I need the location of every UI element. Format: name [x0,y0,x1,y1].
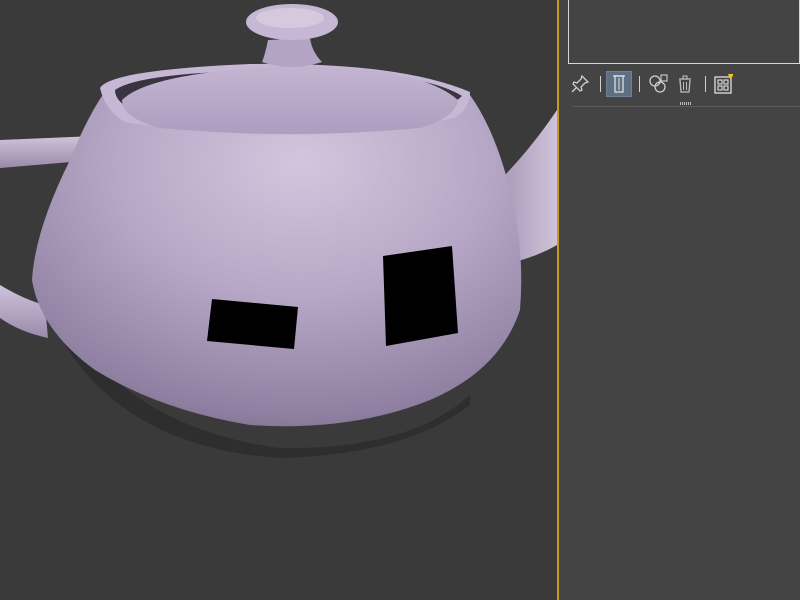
configure-modifier-sets-button[interactable] [711,71,737,97]
make-unique-icon [649,74,668,93]
modifier-stack-list[interactable] [568,0,800,64]
panel-divider [573,106,800,107]
toolbar-separator [639,76,640,92]
toolbar-separator [705,76,706,92]
missing-face-left [207,299,298,349]
teapot-lid-knob-stem [262,38,322,67]
show-end-result-icon [613,75,625,93]
teapot-lid-knob-top [256,8,324,28]
viewport-canvas[interactable] [0,0,557,600]
command-panel [559,0,800,600]
app-window [0,0,800,600]
modifier-stack-toolbar [567,70,767,98]
pin-stack-icon [571,74,590,93]
make-unique-button[interactable] [645,71,671,97]
pin-stack-button[interactable] [567,71,593,97]
toolbar-separator [600,76,601,92]
panel-resize-grip[interactable] [680,102,692,105]
remove-modifier-button[interactable] [672,71,698,97]
configure-modifier-sets-icon [714,74,733,94]
remove-modifier-icon [679,75,691,93]
viewport[interactable] [0,0,557,600]
missing-face-right [383,246,458,346]
show-end-result-button[interactable] [606,71,632,97]
